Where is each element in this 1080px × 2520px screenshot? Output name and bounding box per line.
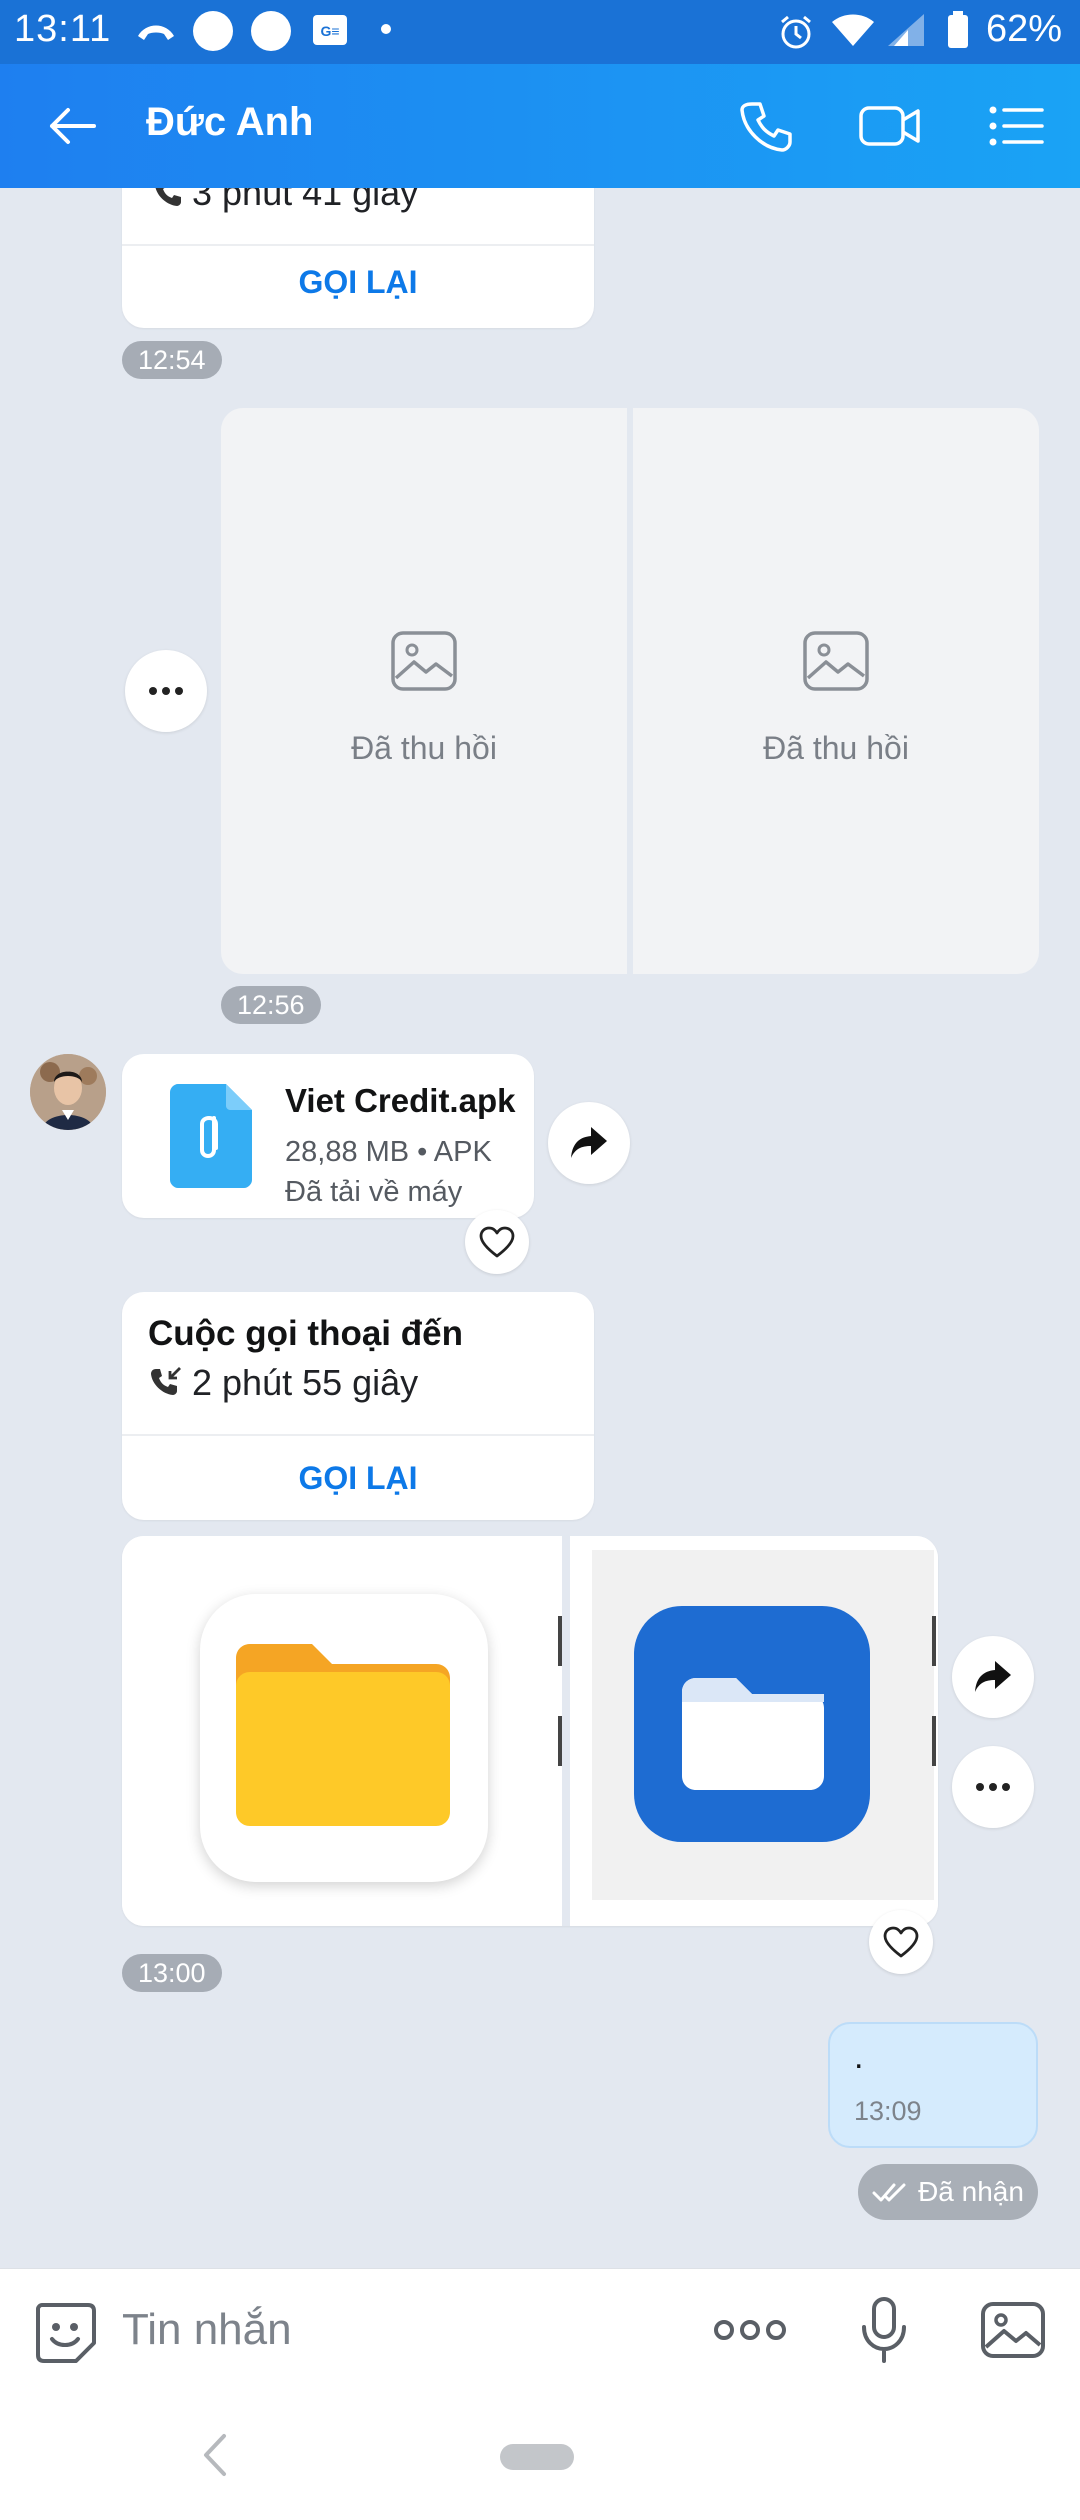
files-app-icon xyxy=(634,1606,870,1842)
forward-button[interactable] xyxy=(548,1102,630,1184)
menu-list-icon[interactable] xyxy=(984,94,1048,158)
chat-area[interactable]: 3 phút 41 giây GỌI LẠI 12:54 Đã thu hồi … xyxy=(0,188,1080,2268)
call-title: Cuộc gọi thoại đến xyxy=(148,1314,463,1353)
forward-button[interactable] xyxy=(952,1636,1034,1718)
nav-back-icon[interactable] xyxy=(200,2432,228,2483)
callback-button[interactable]: GỌI LẠI xyxy=(122,1460,594,1497)
image-attachment[interactable] xyxy=(122,1536,562,1926)
file-attachment-icon xyxy=(170,1084,252,1193)
avatar[interactable] xyxy=(30,1054,106,1130)
call-card: Cuộc gọi thoại đến 2 phút 55 giây GỌI LẠ… xyxy=(122,1292,594,1520)
file-name: Viet Credit.apk xyxy=(285,1082,516,1119)
more-notifications-dot-icon xyxy=(380,22,392,40)
chat-header: Đức Anh xyxy=(0,64,1080,188)
file-message-card[interactable]: Viet Credit.apk 28,88 MB • APK Đã tải về… xyxy=(122,1054,534,1218)
phone-icon xyxy=(155,188,181,206)
image-attachment[interactable] xyxy=(570,1536,938,1926)
recalled-image[interactable]: Đã thu hồi xyxy=(221,408,627,974)
status-bar: 13:11 G≡ 62% xyxy=(0,0,1080,64)
more-dots-icon xyxy=(976,1783,1010,1791)
call-duration: 3 phút 41 giây xyxy=(152,188,418,214)
voice-call-icon[interactable] xyxy=(734,94,798,158)
folder-app-icon xyxy=(200,1594,488,1882)
message-composer: Tin nhắn xyxy=(0,2268,1080,2396)
delivery-status-text: Đã nhận xyxy=(918,2176,1024,2207)
divider xyxy=(122,1434,594,1436)
react-heart-button[interactable] xyxy=(869,1910,933,1974)
signal-icon xyxy=(884,10,928,55)
microphone-icon[interactable] xyxy=(860,2297,908,2363)
recalled-label: Đã thu hồi xyxy=(351,730,497,766)
more-options-icon[interactable] xyxy=(714,2319,786,2341)
image-placeholder-icon xyxy=(390,630,458,697)
back-arrow-icon[interactable] xyxy=(40,94,104,158)
file-status: Đã tải về máy xyxy=(285,1176,463,1208)
nav-home-pill[interactable] xyxy=(500,2444,574,2470)
incoming-call-icon xyxy=(151,1367,181,1395)
delivery-status-chip: Đã nhận xyxy=(858,2164,1038,2220)
video-call-icon[interactable] xyxy=(858,94,922,158)
timestamp-chip: 12:56 xyxy=(221,986,321,1024)
notification-dot-icon xyxy=(192,10,234,57)
file-meta: 28,88 MB • APK xyxy=(285,1136,492,1168)
more-options-button[interactable] xyxy=(952,1746,1034,1828)
message-input[interactable]: Tin nhắn xyxy=(122,2305,292,2355)
more-dots-icon xyxy=(149,687,183,695)
call-duration: 2 phút 55 giây xyxy=(148,1362,418,1404)
message-time: 13:09 xyxy=(854,2096,922,2126)
heart-icon xyxy=(883,1926,919,1958)
status-time: 13:11 xyxy=(14,8,112,50)
share-arrow-icon xyxy=(571,1127,607,1158)
image-picker-icon[interactable] xyxy=(980,2301,1046,2359)
outgoing-message-bubble[interactable]: . 13:09 xyxy=(828,2022,1038,2148)
timestamp-chip: 13:00 xyxy=(122,1954,222,1992)
heart-icon xyxy=(479,1226,515,1258)
callback-button[interactable]: GỌI LẠI xyxy=(122,264,594,301)
alarm-icon xyxy=(776,12,816,57)
system-nav-bar xyxy=(0,2396,1080,2520)
translate-app-icon: G≡ xyxy=(312,14,348,51)
more-options-button[interactable] xyxy=(125,650,207,732)
timestamp-chip: 12:54 xyxy=(122,341,222,379)
react-heart-button[interactable] xyxy=(465,1210,529,1274)
sticker-icon[interactable] xyxy=(32,2299,98,2365)
double-check-icon xyxy=(872,2183,906,2202)
battery-percent: 62% xyxy=(985,8,1062,50)
message-text: . xyxy=(854,2038,864,2076)
notification-dot-icon xyxy=(250,10,292,57)
wifi-icon xyxy=(828,10,878,55)
share-arrow-icon xyxy=(975,1661,1011,1692)
contact-name[interactable]: Đức Anh xyxy=(146,100,313,145)
recalled-label: Đã thu hồi xyxy=(763,730,909,766)
call-card: 3 phút 41 giây GỌI LẠI xyxy=(122,188,594,328)
svg-text:G≡: G≡ xyxy=(320,23,339,39)
battery-icon xyxy=(946,10,970,55)
image-placeholder-icon xyxy=(802,630,870,697)
call-in-progress-icon xyxy=(134,10,178,59)
divider xyxy=(122,244,594,246)
recalled-image[interactable]: Đã thu hồi xyxy=(633,408,1039,974)
image-message-group[interactable] xyxy=(122,1536,938,1926)
